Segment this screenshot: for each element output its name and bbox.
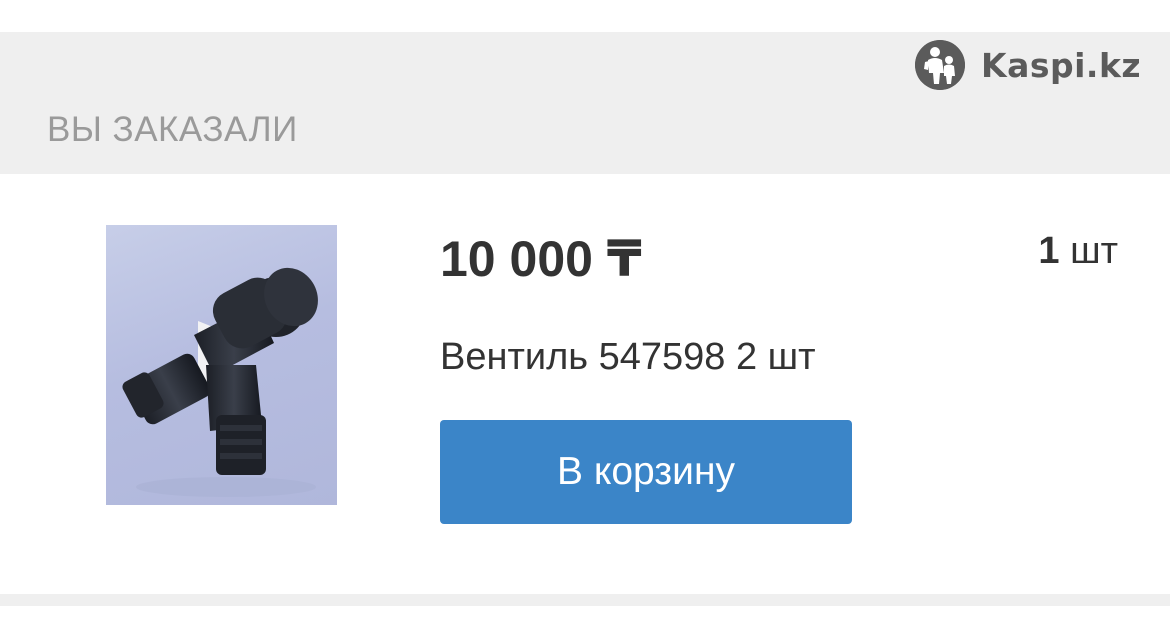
page: Kaspi.kz ВЫ ЗАКАЗАЛИ 10 000 ₸ 1 шт Венти…: [0, 0, 1170, 624]
quantity-unit: шт: [1070, 230, 1118, 272]
section-divider: [0, 594, 1170, 606]
valve-product-image[interactable]: [106, 225, 337, 505]
quantity-number: 1: [1038, 230, 1060, 272]
bottom-spacer: [0, 606, 1170, 624]
quantity: 1 шт: [1038, 230, 1118, 273]
brand[interactable]: Kaspi.kz: [915, 40, 1141, 90]
add-to-cart-button[interactable]: В корзину: [440, 420, 852, 524]
order-header: Kaspi.kz ВЫ ЗАКАЗАЛИ: [0, 32, 1170, 174]
section-title: ВЫ ЗАКАЗАЛИ: [47, 110, 298, 149]
product-name[interactable]: Вентиль 547598 2 шт: [440, 336, 816, 379]
order-item-card: 10 000 ₸ 1 шт Вентиль 547598 2 шт В корз…: [0, 174, 1170, 594]
kaspi-logo-icon: [915, 40, 965, 90]
price: 10 000 ₸: [440, 231, 642, 287]
top-spacer: [0, 0, 1170, 32]
brand-name: Kaspi.kz: [981, 45, 1142, 85]
